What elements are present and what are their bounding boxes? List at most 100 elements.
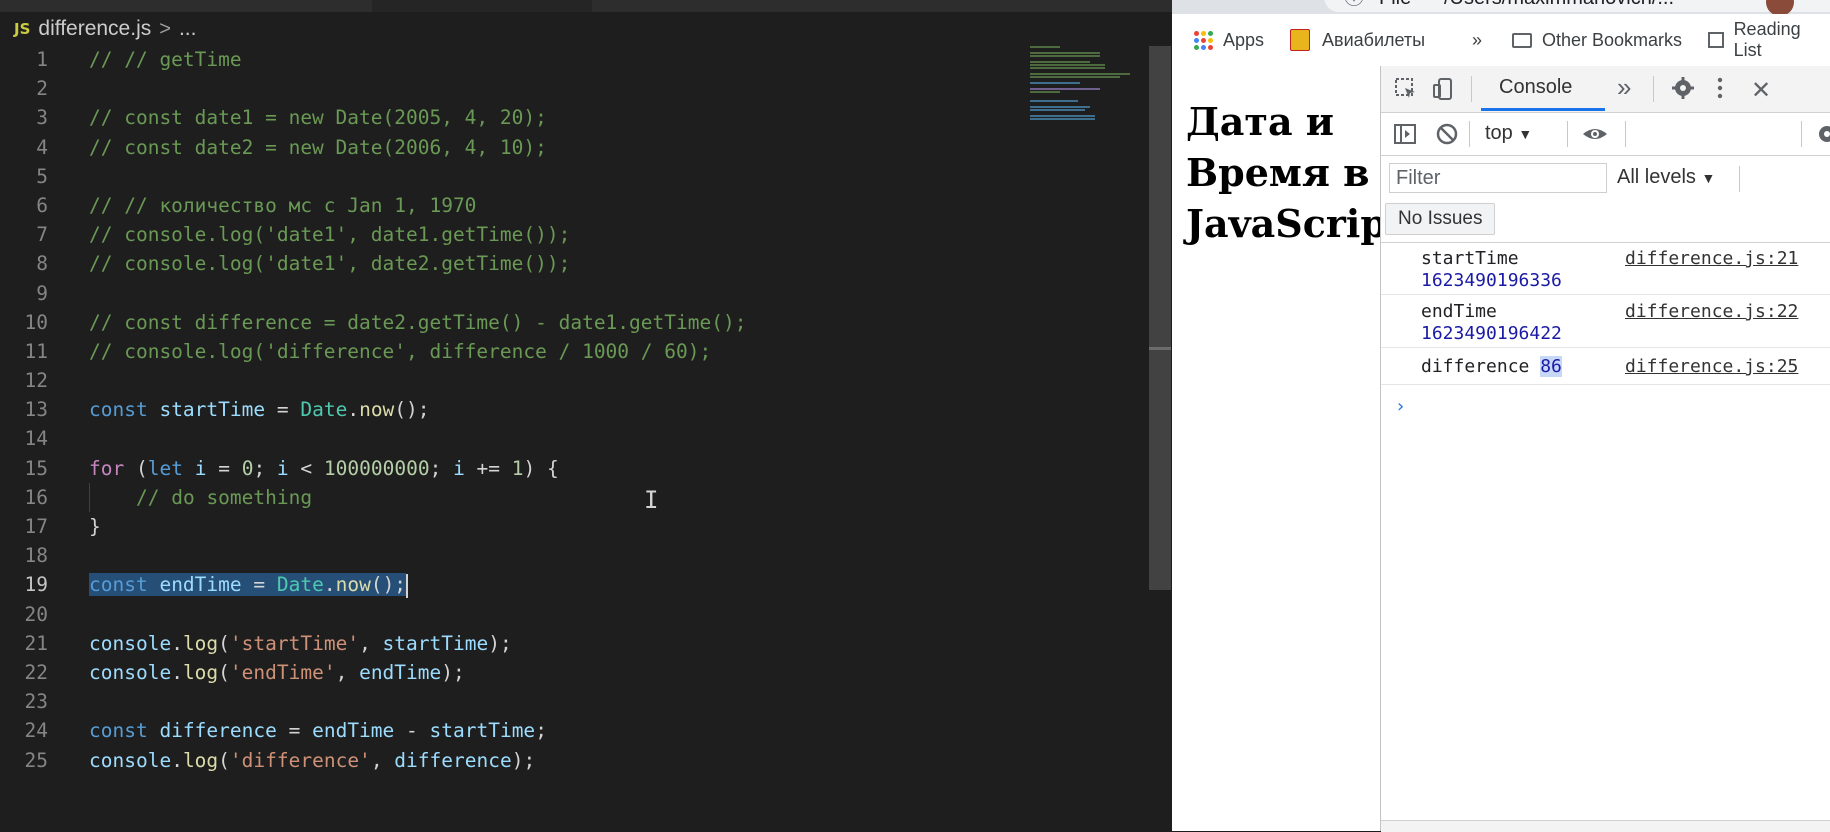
code-area[interactable]: 1 // // getTime 2 3 // const date1 = new D… — [0, 45, 1150, 775]
line-number: 5 — [36, 164, 48, 188]
bookmarks-overflow-button[interactable]: » — [1472, 28, 1482, 52]
line-number: 24 — [24, 719, 48, 743]
code-text[interactable]: // const date1 = new Date(2005, 4, 20); — [89, 103, 547, 132]
code-text[interactable]: const startTime = Date.now(); — [89, 395, 430, 424]
line-number: 2 — [36, 77, 48, 101]
source-link[interactable]: difference.js:22 — [1625, 301, 1798, 322]
code-text[interactable]: for (let i = 0; i < 100000000; i += 1) { — [89, 454, 559, 483]
code-line: 13 const startTime = Date.now(); — [0, 395, 1150, 424]
line-number: 3 — [36, 106, 48, 130]
kebab-menu-icon[interactable] — [1715, 76, 1725, 107]
code-line: 3 // const date1 = new Date(2005, 4, 20); — [0, 103, 1150, 132]
devtools-bottom-bar — [1381, 820, 1830, 832]
log-label: endTime — [1421, 301, 1497, 322]
inspect-element-icon[interactable] — [1393, 76, 1419, 109]
bookmark-other[interactable]: Other Bookmarks — [1512, 28, 1682, 52]
device-toolbar-icon[interactable] — [1431, 76, 1457, 109]
code-text[interactable]: // // количество мс с Jan 1, 1970 — [89, 191, 476, 220]
line-number: 13 — [24, 398, 48, 422]
active-tab-indicator — [1481, 108, 1605, 111]
bookmark-label: Other Bookmarks — [1542, 29, 1683, 50]
code-line: 7 // console.log('date1', date1.getTime()… — [0, 220, 1150, 249]
code-line: 4 // const date2 = new Date(2006, 4, 10); — [0, 133, 1150, 162]
line-number: 18 — [24, 544, 48, 568]
bookmark-apps[interactable]: Apps — [1194, 28, 1264, 52]
line-number: 17 — [24, 515, 48, 538]
code-text[interactable]: // const date2 = new Date(2006, 4, 10); — [89, 133, 547, 162]
code-text[interactable]: const difference = endTime - startTime; — [89, 716, 547, 745]
chevron-right-icon: > — [159, 17, 171, 40]
text-cursor — [406, 573, 409, 598]
page-heading: Дата и Время в JavaScript — [1186, 99, 1380, 246]
code-line: 24 const difference = endTime - startTime… — [0, 716, 1150, 745]
code-line: 14 — [0, 424, 1150, 453]
selected-code-text[interactable]: const endTime = Date.now(); — [89, 570, 409, 599]
editor-tab[interactable] — [0, 0, 372, 12]
log-levels-dropdown[interactable]: All levels ▼ — [1617, 163, 1715, 192]
console-message: endTime difference.js:22 1623490196422 — [1381, 295, 1830, 348]
caret-down-icon: ▼ — [1701, 170, 1716, 186]
console-settings-gear-icon[interactable] — [1815, 122, 1830, 151]
url-path[interactable]: /Users/maximmanovich/... — [1444, 0, 1674, 11]
tab-console[interactable]: Console — [1499, 76, 1572, 99]
devtools-panel: Console » ✕ top ▼ Filter All levels ▼ No… — [1380, 66, 1830, 832]
line-number: 11 — [24, 339, 48, 363]
breadcrumb-more[interactable]: ... — [179, 17, 197, 41]
browser-toolbar: ⓘ File /Users/maximmanovich/... — [1172, 0, 1830, 14]
code-text[interactable]: // console.log('date1', date1.getTime())… — [89, 220, 570, 249]
live-expression-eye-icon[interactable] — [1581, 122, 1609, 151]
close-icon[interactable]: ✕ — [1751, 76, 1771, 105]
more-tabs-chevron-icon[interactable]: » — [1617, 72, 1631, 103]
source-link[interactable]: difference.js:21 — [1625, 248, 1798, 269]
code-text[interactable]: // console.log('difference', difference … — [89, 337, 711, 366]
source-link[interactable]: difference.js:25 — [1625, 356, 1798, 377]
code-line: 15 for (let i = 0; i < 100000000; i += 1)… — [0, 454, 1150, 483]
code-line: 16 // do something — [0, 482, 1150, 512]
line-number: 16 — [24, 485, 48, 509]
filter-input[interactable]: Filter — [1389, 163, 1607, 193]
code-line: 1 // // getTime — [0, 45, 1150, 74]
console-message: difference 86 difference.js:25 — [1381, 348, 1830, 385]
scrollbar-thumb[interactable] — [1149, 46, 1171, 590]
code-text[interactable]: console.log('endTime', endTime); — [89, 658, 465, 687]
line-number: 7 — [36, 223, 48, 247]
code-line: 9 — [0, 279, 1150, 308]
apps-grid-icon — [1194, 30, 1213, 50]
log-label: startTime — [1421, 248, 1519, 269]
bookmarks-bar: Apps Авиабилеты » Other Bookmarks Readin… — [1172, 14, 1830, 67]
code-text[interactable]: // const difference = date2.getTime() - … — [89, 308, 746, 337]
bookmark-avia[interactable]: Авиабилеты — [1290, 28, 1425, 52]
code-editor[interactable]: JS difference.js > ... 1 // // getTime 2 … — [0, 0, 1172, 831]
bookmark-reading-list[interactable]: Reading List — [1708, 19, 1830, 60]
browser-window: ⓘ File /Users/maximmanovich/... Apps Ави… — [1172, 0, 1830, 832]
clear-console-icon[interactable] — [1435, 122, 1459, 151]
minimap[interactable] — [1030, 44, 1148, 124]
console-prompt-chevron-icon[interactable]: › — [1395, 396, 1406, 417]
code-text[interactable]: console.log('difference', difference); — [89, 746, 535, 775]
breadcrumb-filename[interactable]: difference.js — [38, 17, 151, 41]
console-filter-bar: Filter All levels ▼ — [1381, 156, 1830, 198]
profile-avatar[interactable] — [1766, 0, 1794, 14]
issues-bar: No Issues — [1381, 198, 1830, 243]
js-file-icon: JS — [14, 20, 31, 38]
code-text[interactable]: console.log('startTime', startTime); — [89, 629, 512, 658]
show-sidebar-icon[interactable] — [1393, 122, 1417, 151]
code-text[interactable]: // // getTime — [89, 45, 242, 74]
editor-tab[interactable] — [592, 0, 1172, 12]
avia-bookmark-icon — [1290, 29, 1310, 51]
mouse-ibeam-cursor-icon: I — [644, 486, 659, 514]
code-line: 11 // console.log('difference', differenc… — [0, 337, 1150, 366]
address-bar[interactable]: ⓘ File /Users/maximmanovich/... — [1324, 0, 1830, 12]
code-line: 25 console.log('difference', difference); — [0, 746, 1150, 775]
settings-gear-icon[interactable] — [1671, 76, 1695, 107]
code-line: 20 — [0, 600, 1150, 629]
no-issues-button[interactable]: No Issues — [1385, 203, 1496, 235]
code-text[interactable]: // console.log('date1', date2.getTime())… — [89, 249, 570, 278]
code-line: 8 // console.log('date1', date2.getTime()… — [0, 249, 1150, 278]
code-text[interactable]: // do something — [136, 483, 312, 512]
context-selector[interactable]: top ▼ — [1485, 122, 1532, 145]
code-text[interactable]: } — [89, 512, 101, 541]
info-icon[interactable]: ⓘ — [1344, 0, 1364, 11]
breadcrumb: JS difference.js > ... — [0, 12, 1172, 46]
log-value: 1623490196336 — [1421, 270, 1562, 291]
